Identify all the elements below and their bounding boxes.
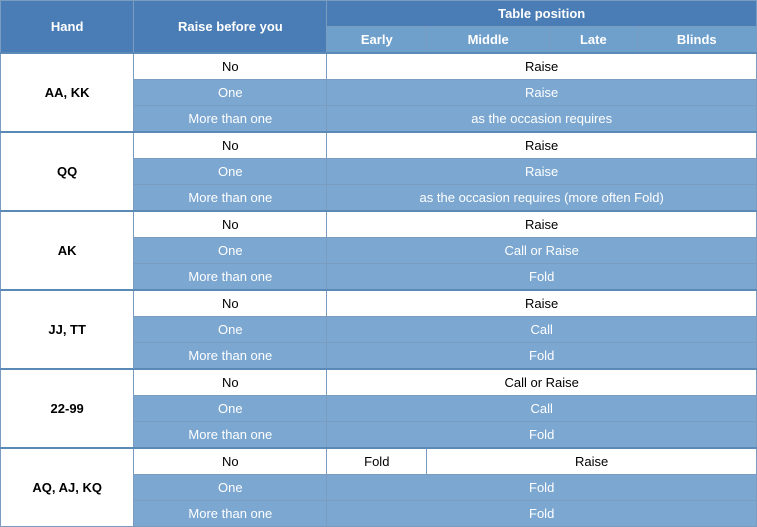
action-cell: Raise [327,159,757,185]
raise-cell: More than one [134,422,327,449]
early-header: Early [327,27,427,54]
raise-cell: More than one [134,185,327,212]
raise-cell: One [134,238,327,264]
action-cell: Call or Raise [327,369,757,396]
table-position-header: Table position [327,1,757,27]
hand-cell: QQ [1,132,134,211]
hand-cell: AQ, AJ, KQ [1,448,134,527]
action-cell: Fold [327,343,757,370]
raise-cell: More than one [134,501,327,527]
raise-cell: More than one [134,264,327,291]
late-header: Late [550,27,637,54]
action-cell: Call [327,396,757,422]
raise-cell: One [134,159,327,185]
action-cell: Fold [327,501,757,527]
raise-cell: One [134,80,327,106]
raise-before-you-header: Raise before you [134,1,327,54]
raise-cell: No [134,448,327,475]
hand-cell: 22-99 [1,369,134,448]
hand-cell: JJ, TT [1,290,134,369]
blinds-header: Blinds [637,27,756,54]
action-cell: Fold [327,422,757,449]
raise-cell: No [134,369,327,396]
raise-cell: More than one [134,106,327,133]
raise-cell: One [134,317,327,343]
action-cell-rest: Raise [427,448,757,475]
raise-cell: No [134,211,327,238]
action-cell: Raise [327,132,757,159]
action-cell: Fold [327,264,757,291]
raise-cell: No [134,290,327,317]
action-cell: Call or Raise [327,238,757,264]
action-cell: Raise [327,290,757,317]
action-cell: Raise [327,53,757,80]
raise-cell: One [134,396,327,422]
raise-cell: One [134,475,327,501]
action-cell-early: Fold [327,448,427,475]
hand-cell: AA, KK [1,53,134,132]
action-cell: Raise [327,211,757,238]
raise-cell: No [134,53,327,80]
action-cell: Fold [327,475,757,501]
action-cell: as the occasion requires [327,106,757,133]
raise-cell: No [134,132,327,159]
middle-header: Middle [427,27,550,54]
poker-strategy-table: Hand Raise before you Table position Ear… [0,0,757,527]
hand-header: Hand [1,1,134,54]
action-cell: as the occasion requires (more often Fol… [327,185,757,212]
action-cell: Call [327,317,757,343]
hand-cell: AK [1,211,134,290]
raise-cell: More than one [134,343,327,370]
action-cell: Raise [327,80,757,106]
